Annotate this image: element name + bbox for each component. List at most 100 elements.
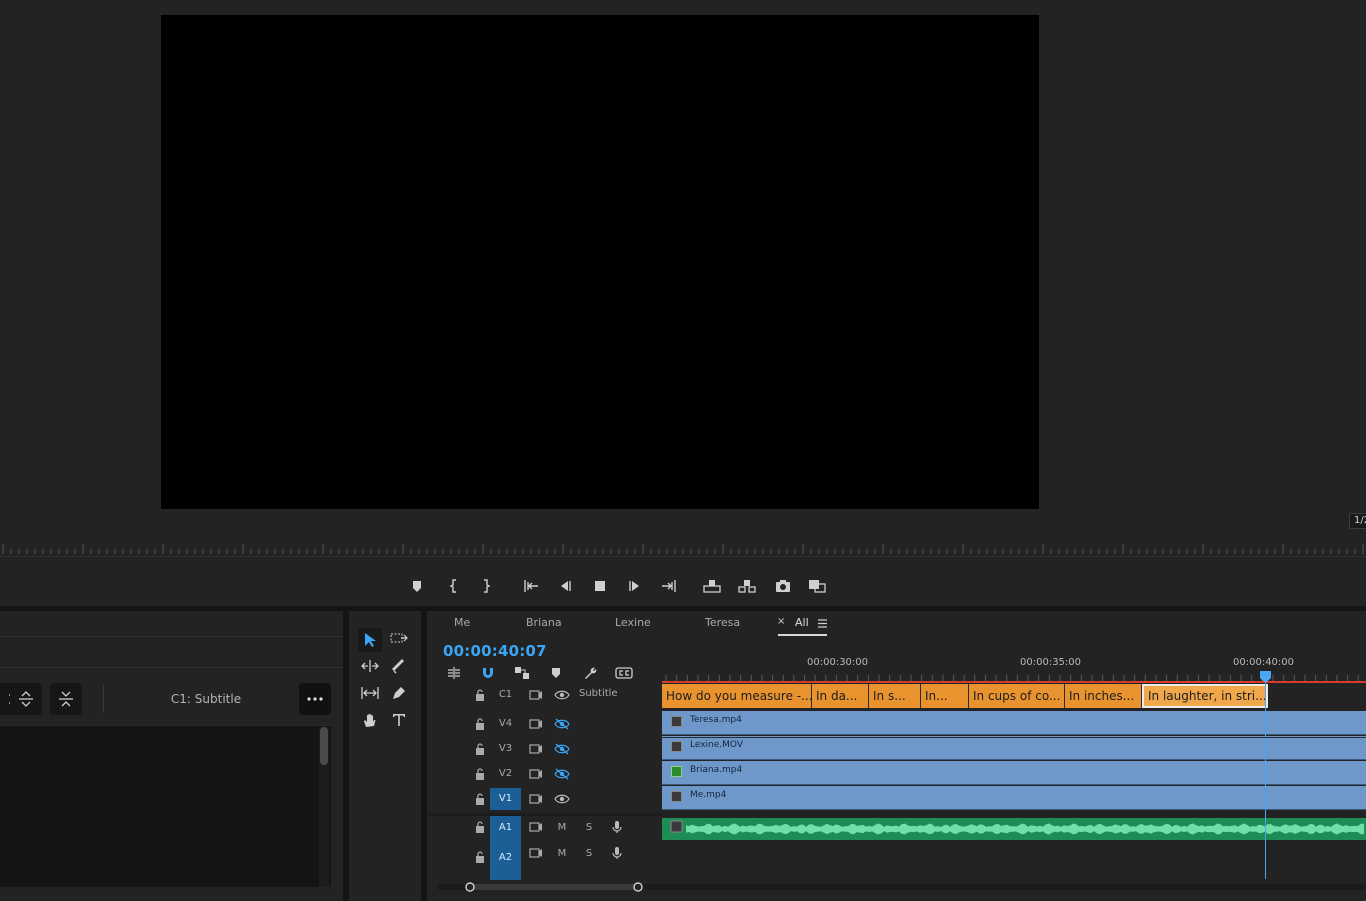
video-clip-v1[interactable]: Me.mp4 bbox=[662, 786, 1366, 810]
sync-lock-icon[interactable] bbox=[529, 688, 543, 702]
solo-button[interactable]: S bbox=[583, 848, 595, 859]
snap-toggle[interactable] bbox=[478, 664, 498, 682]
lock-icon[interactable] bbox=[474, 767, 486, 781]
mute-button[interactable]: M bbox=[556, 822, 568, 833]
ruler-label: 00:00:40:00 bbox=[1233, 657, 1295, 668]
slip-tool[interactable] bbox=[358, 681, 382, 705]
caption-clip-selected[interactable]: In laughter, in stri... bbox=[1142, 684, 1268, 708]
track-header-a2: A2 M S bbox=[427, 840, 662, 880]
pen-tool[interactable] bbox=[387, 681, 411, 705]
video-clip-v3[interactable]: Lexine.MOV bbox=[662, 736, 1366, 760]
add-marker-timeline-button[interactable] bbox=[546, 664, 566, 682]
caption-clip[interactable]: In da... bbox=[812, 684, 869, 708]
playhead-timecode[interactable]: 00:00:40:07 bbox=[443, 642, 547, 660]
tab-briana[interactable]: Briana bbox=[526, 616, 562, 634]
audio-clip-a1[interactable] bbox=[662, 818, 1366, 840]
microphone-icon[interactable] bbox=[611, 846, 623, 860]
sync-lock-icon[interactable] bbox=[529, 820, 543, 834]
go-to-out-button[interactable] bbox=[659, 576, 679, 596]
eye-hidden-icon[interactable] bbox=[554, 767, 570, 781]
sync-lock-icon[interactable] bbox=[529, 846, 543, 860]
nest-icon bbox=[448, 667, 460, 679]
lock-icon[interactable] bbox=[474, 850, 486, 864]
lock-icon[interactable] bbox=[474, 688, 486, 702]
microphone-icon[interactable] bbox=[611, 820, 623, 834]
track-select-tool[interactable] bbox=[387, 626, 411, 650]
video-preview[interactable] bbox=[161, 15, 1039, 509]
sync-lock-icon[interactable] bbox=[529, 717, 543, 731]
ripple-edit-tool[interactable] bbox=[358, 654, 382, 678]
caption-clip[interactable]: In... bbox=[921, 684, 969, 708]
tab-teresa[interactable]: Teresa bbox=[705, 616, 740, 634]
lift-button[interactable] bbox=[702, 576, 722, 596]
ripple-edit-icon bbox=[361, 660, 379, 672]
tab-me[interactable]: Me bbox=[454, 616, 470, 634]
split-caption-button[interactable] bbox=[50, 683, 82, 715]
track-target-v3[interactable]: V3 bbox=[490, 740, 521, 758]
extract-button[interactable] bbox=[737, 576, 757, 596]
track-target-v1[interactable]: V1 bbox=[490, 788, 521, 810]
merge-captions-button[interactable] bbox=[10, 683, 42, 715]
timeline-clip-area[interactable]: How do you measure -... In da... In s...… bbox=[662, 671, 1366, 881]
active-tab-indicator bbox=[778, 634, 827, 636]
lock-icon[interactable] bbox=[474, 792, 486, 806]
panel-menu-icon[interactable] bbox=[818, 619, 827, 628]
caption-clip[interactable]: In cups of co... bbox=[969, 684, 1065, 708]
mark-out-button[interactable] bbox=[476, 576, 496, 596]
solo-button[interactable]: S bbox=[583, 822, 595, 833]
captions-display-toggle[interactable] bbox=[614, 664, 634, 682]
playhead-handle[interactable] bbox=[1260, 671, 1271, 683]
tab-lexine[interactable]: Lexine bbox=[615, 616, 651, 634]
mute-button[interactable]: M bbox=[556, 848, 568, 859]
sync-lock-icon[interactable] bbox=[529, 792, 543, 806]
insert-nest-toggle[interactable] bbox=[444, 664, 464, 682]
caption-list[interactable] bbox=[0, 725, 331, 887]
lock-icon[interactable] bbox=[474, 742, 486, 756]
track-target-v4[interactable]: V4 bbox=[490, 715, 521, 733]
lock-icon[interactable] bbox=[474, 820, 486, 834]
mark-in-button[interactable] bbox=[444, 576, 464, 596]
more-icon bbox=[307, 697, 323, 701]
eye-hidden-icon[interactable] bbox=[554, 742, 570, 756]
monitor-scrub-ruler[interactable] bbox=[0, 540, 1366, 556]
selection-tool[interactable] bbox=[358, 628, 382, 652]
caption-clip[interactable]: How do you measure -... bbox=[662, 684, 812, 708]
marker-icon bbox=[413, 581, 421, 592]
tab-all-label[interactable]: All bbox=[795, 616, 809, 634]
razor-tool[interactable] bbox=[387, 654, 411, 678]
lock-icon[interactable] bbox=[474, 717, 486, 731]
close-tab-icon[interactable]: × bbox=[777, 616, 785, 634]
track-target-a1[interactable]: A1 bbox=[490, 816, 521, 840]
track-target-v2[interactable]: V2 bbox=[490, 765, 521, 783]
track-target-c1[interactable]: C1 bbox=[490, 688, 521, 702]
linked-selection-toggle[interactable] bbox=[512, 664, 532, 682]
caption-list-scrollbar[interactable] bbox=[319, 727, 329, 887]
sync-lock-icon[interactable] bbox=[529, 742, 543, 756]
stop-button[interactable] bbox=[590, 576, 610, 596]
type-tool[interactable] bbox=[387, 708, 411, 732]
timeline-zoom-scrollbar[interactable] bbox=[437, 882, 1366, 892]
sync-lock-icon[interactable] bbox=[529, 767, 543, 781]
eye-icon[interactable] bbox=[554, 792, 570, 806]
add-marker-button[interactable] bbox=[407, 576, 427, 596]
track-target-a2[interactable]: A2 bbox=[490, 840, 521, 880]
video-clip-v2[interactable]: Briana.mp4 bbox=[662, 761, 1366, 785]
caption-clip[interactable]: In inches... bbox=[1065, 684, 1142, 708]
scrollbar-thumb[interactable] bbox=[320, 727, 328, 765]
more-options-button[interactable] bbox=[299, 683, 331, 715]
camera-icon bbox=[776, 580, 790, 592]
go-to-in-button[interactable] bbox=[521, 576, 541, 596]
video-clip-v4[interactable]: Teresa.mp4 bbox=[662, 711, 1366, 735]
export-frame-button[interactable] bbox=[773, 576, 793, 596]
comparison-view-button[interactable] bbox=[807, 576, 827, 596]
eye-hidden-icon[interactable] bbox=[554, 717, 570, 731]
eye-icon[interactable] bbox=[554, 688, 570, 702]
hand-tool[interactable] bbox=[358, 708, 382, 732]
step-back-button[interactable] bbox=[555, 576, 575, 596]
timeline-settings-button[interactable] bbox=[580, 664, 600, 682]
page-indicator[interactable]: 1/2 bbox=[1349, 513, 1366, 529]
playhead-line[interactable] bbox=[1265, 679, 1266, 879]
step-forward-icon bbox=[629, 581, 639, 591]
caption-clip[interactable]: In s... bbox=[869, 684, 921, 708]
step-forward-button[interactable] bbox=[625, 576, 645, 596]
